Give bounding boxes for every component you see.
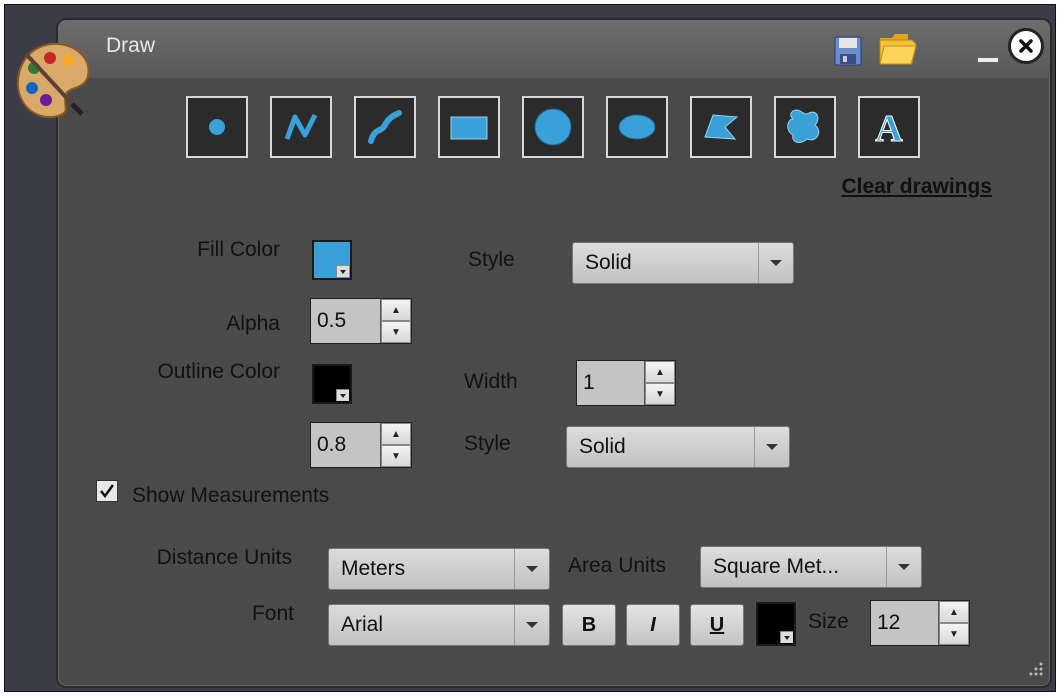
- area-units-label: Area Units: [568, 554, 667, 577]
- fill-alpha-value[interactable]: 0.5: [311, 299, 380, 343]
- font-size-stepper[interactable]: 12 ▲ ▼: [870, 600, 970, 646]
- window-titlebar[interactable]: Draw: [58, 20, 1050, 78]
- underline-button[interactable]: U: [690, 604, 744, 646]
- point-tool[interactable]: [186, 96, 248, 158]
- resize-grip-icon[interactable]: [1028, 661, 1044, 682]
- polygon-icon: [704, 114, 739, 140]
- chevron-down-icon: [514, 605, 549, 645]
- area-units-value: Square Met...: [713, 555, 840, 578]
- show-measurements-label[interactable]: Show Measurements: [132, 484, 329, 508]
- clear-drawings-link[interactable]: Clear drawings: [841, 175, 992, 199]
- chevron-down-icon: [514, 549, 549, 589]
- font-family-value: Arial: [341, 613, 384, 636]
- outline-color-picker[interactable]: [312, 364, 352, 404]
- chevron-down-icon: [336, 389, 349, 401]
- outline-width-stepper[interactable]: 1 ▲ ▼: [576, 360, 676, 406]
- area-units-select[interactable]: Square Met...: [700, 546, 922, 588]
- freehand-polygon-tool[interactable]: [774, 96, 836, 158]
- outline-style-value: Solid: [579, 435, 626, 458]
- paint-palette-icon: [12, 38, 94, 120]
- rectangle-icon: [450, 116, 488, 140]
- freehand-polygon-icon: [787, 109, 820, 143]
- distance-units-value: Meters: [341, 557, 406, 580]
- polyline-icon: [284, 113, 318, 140]
- minimize-icon[interactable]: [978, 58, 998, 62]
- increment-icon[interactable]: ▲: [381, 423, 411, 445]
- chevron-down-icon: [780, 631, 793, 643]
- polygon-tool[interactable]: [690, 96, 752, 158]
- ellipse-icon: [618, 114, 656, 140]
- outline-width-value[interactable]: 1: [577, 361, 644, 405]
- save-icon[interactable]: [834, 36, 862, 66]
- font-size-label: Size: [808, 610, 849, 633]
- text-tool-glyph: A: [875, 108, 903, 149]
- font-color-picker[interactable]: [756, 602, 796, 646]
- open-folder-icon[interactable]: [878, 30, 918, 66]
- close-icon[interactable]: [1008, 28, 1044, 64]
- fill-alpha-label: Alpha: [226, 312, 280, 335]
- italic-button[interactable]: I: [626, 604, 680, 646]
- decrement-icon[interactable]: ▼: [939, 623, 969, 645]
- rectangle-tool[interactable]: [438, 96, 500, 158]
- decrement-icon[interactable]: ▼: [381, 321, 411, 343]
- freehand-line-icon: [368, 110, 402, 144]
- font-size-value[interactable]: 12: [871, 601, 938, 645]
- text-tool[interactable]: A: [858, 96, 920, 158]
- distance-units-select[interactable]: Meters: [328, 548, 550, 590]
- draw-window: Draw A Clear drawings Fill Color Style S…: [56, 18, 1052, 688]
- ellipse-tool[interactable]: [606, 96, 668, 158]
- chevron-down-icon: [754, 427, 789, 467]
- fill-style-label: Style: [468, 248, 515, 271]
- show-measurements-checkbox[interactable]: [96, 480, 118, 502]
- outline-style-label: Style: [464, 432, 511, 455]
- checkmark-icon: [100, 484, 115, 499]
- bold-button[interactable]: B: [562, 604, 616, 646]
- window-title: Draw: [106, 34, 156, 57]
- polyline-tool[interactable]: [270, 96, 332, 158]
- outline-style-select[interactable]: Solid: [566, 426, 790, 468]
- fill-alpha-stepper[interactable]: 0.5 ▲ ▼: [310, 298, 412, 344]
- decrement-icon[interactable]: ▼: [645, 383, 675, 405]
- chevron-down-icon: [886, 547, 921, 587]
- increment-icon[interactable]: ▲: [939, 601, 969, 623]
- circle-tool[interactable]: [522, 96, 584, 158]
- chevron-down-icon: [758, 243, 793, 283]
- outline-alpha-stepper[interactable]: 0.8 ▲ ▼: [310, 422, 412, 468]
- fill-color-picker[interactable]: [312, 240, 352, 280]
- decrement-icon[interactable]: ▼: [381, 445, 411, 467]
- font-family-select[interactable]: Arial: [328, 604, 550, 646]
- outline-width-label: Width: [464, 370, 518, 393]
- increment-icon[interactable]: ▲: [381, 299, 411, 321]
- distance-units-label: Distance Units: [156, 546, 292, 569]
- circle-icon: [534, 108, 572, 146]
- fill-style-select[interactable]: Solid: [572, 242, 794, 284]
- fill-style-value: Solid: [585, 251, 632, 274]
- outline-color-label: Outline Color: [157, 360, 280, 383]
- fill-color-label: Fill Color: [197, 238, 280, 261]
- point-icon: [209, 119, 225, 135]
- text-icon: A: [875, 108, 904, 150]
- outline-alpha-value[interactable]: 0.8: [311, 423, 380, 467]
- font-label: Font: [251, 602, 294, 625]
- increment-icon[interactable]: ▲: [645, 361, 675, 383]
- freehand-line-tool[interactable]: [354, 96, 416, 158]
- chevron-down-icon: [336, 265, 349, 277]
